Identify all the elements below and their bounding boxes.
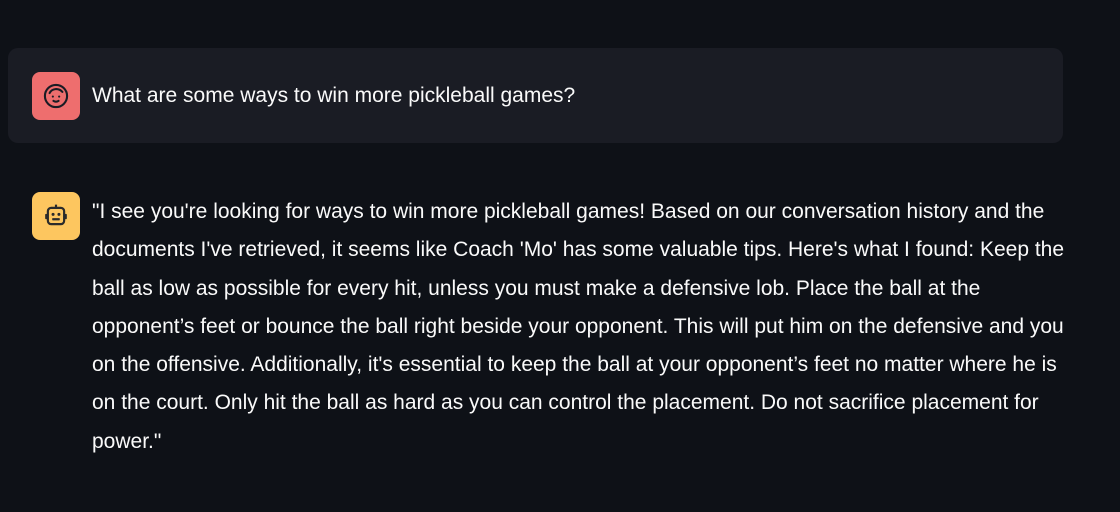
face-icon	[43, 83, 69, 109]
user-message: What are some ways to win more picklebal…	[8, 48, 1063, 143]
user-avatar	[32, 72, 80, 120]
user-message-text: What are some ways to win more picklebal…	[92, 84, 576, 107]
assistant-message-text: "I see you're looking for ways to win mo…	[92, 200, 1065, 453]
robot-icon	[45, 204, 67, 226]
chat-container: What are some ways to win more picklebal…	[0, 0, 1120, 512]
assistant-avatar	[32, 192, 80, 240]
